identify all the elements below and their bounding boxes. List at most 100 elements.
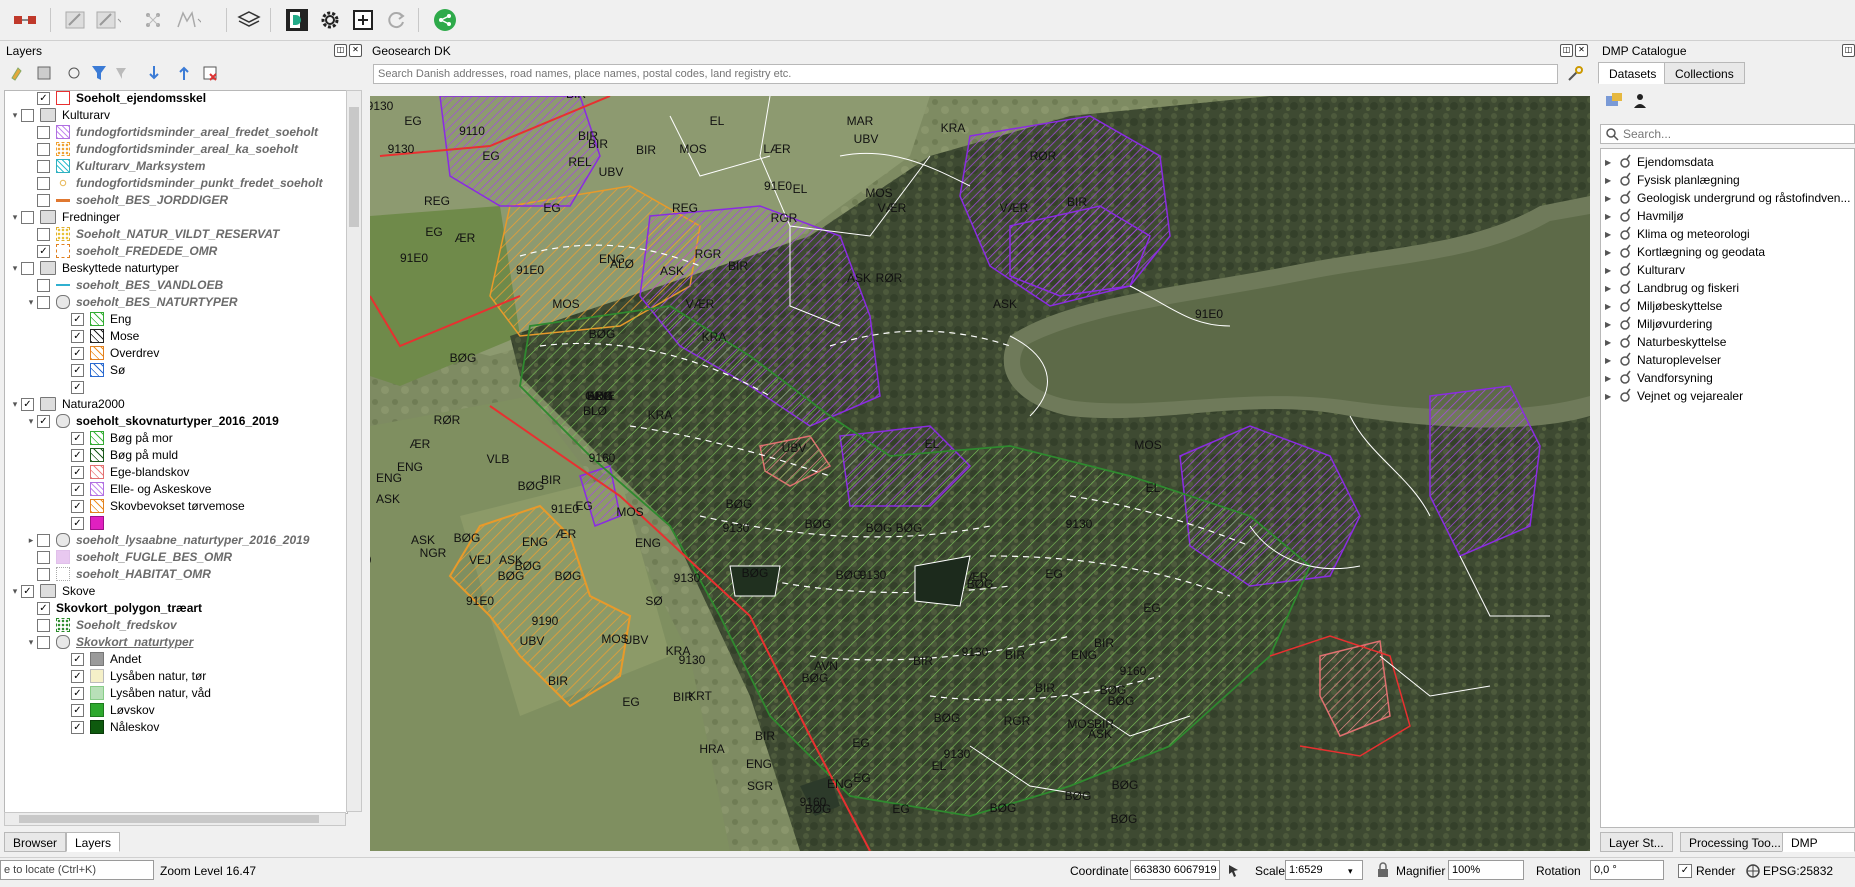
layer-visibility-checkbox[interactable] bbox=[37, 193, 50, 207]
expand-arrow-icon[interactable]: ▶ bbox=[1605, 194, 1615, 203]
dataset-category-item[interactable]: ▶ Naturoplevelser bbox=[1605, 351, 1721, 369]
layer-visibility-checkbox[interactable]: ✓ bbox=[71, 312, 84, 326]
dataset-category-item[interactable]: ▶ Kulturarv bbox=[1605, 261, 1685, 279]
layer-row[interactable]: ▾ soeholt_BES_NATURTYPER bbox=[5, 293, 238, 311]
layer-visibility-checkbox[interactable]: ✓ bbox=[37, 414, 50, 428]
expand-arrow-icon[interactable]: ▶ bbox=[1605, 212, 1615, 221]
expand-arrow-icon[interactable]: ▶ bbox=[1605, 158, 1615, 167]
dataset-category-item[interactable]: ▶ Kortlægning og geodata bbox=[1605, 243, 1765, 261]
layer-visibility-checkbox[interactable] bbox=[37, 635, 50, 649]
layer-visibility-checkbox[interactable]: ✓ bbox=[71, 703, 84, 717]
coordinate-field[interactable]: 663830 6067919 bbox=[1130, 860, 1220, 880]
layer-visibility-checkbox[interactable] bbox=[37, 295, 50, 309]
layer-visibility-checkbox[interactable]: ✓ bbox=[71, 346, 84, 360]
layer-visibility-checkbox[interactable] bbox=[37, 567, 50, 581]
layer-row[interactable]: ✓ Løvskov bbox=[5, 701, 155, 719]
dataset-category-item[interactable]: ▶ Miljøbeskyttelse bbox=[1605, 297, 1722, 315]
settings-icon[interactable] bbox=[317, 7, 343, 33]
layer-visibility-checkbox[interactable] bbox=[37, 618, 50, 632]
layer-row[interactable]: ✓ Ege-blandskov bbox=[5, 463, 189, 481]
expand-arrow-icon[interactable]: ▶ bbox=[1605, 248, 1615, 257]
dmp-search-input[interactable]: Search... bbox=[1600, 124, 1855, 144]
layer-visibility-checkbox[interactable]: ✓ bbox=[71, 720, 84, 734]
locator-input[interactable]: e to locate (Ctrl+K) bbox=[0, 860, 154, 880]
layer-visibility-checkbox[interactable]: ✓ bbox=[71, 431, 84, 445]
digitize-icon[interactable] bbox=[62, 7, 88, 33]
dataset-category-item[interactable]: ▶ Landbrug og fiskeri bbox=[1605, 279, 1739, 297]
dataset-category-item[interactable]: ▶ Vejnet og vejarealer bbox=[1605, 387, 1743, 405]
tab-collections[interactable]: Collections bbox=[1664, 62, 1745, 84]
layer-row[interactable]: soeholt_BES_JORDDIGER bbox=[5, 191, 228, 209]
share-icon[interactable] bbox=[432, 7, 458, 33]
expand-arrow-icon[interactable]: ▶ bbox=[1605, 284, 1615, 293]
layer-row[interactable]: ✓ Eng bbox=[5, 310, 131, 328]
tab-datasets[interactable]: Datasets bbox=[1598, 62, 1668, 84]
layer-row[interactable]: ▾ Skovkort_naturtyper bbox=[5, 633, 193, 651]
geosearch-settings-icon[interactable] bbox=[1565, 64, 1585, 84]
expand-arrow-icon[interactable]: ▶ bbox=[1605, 356, 1615, 365]
map-canvas[interactable]: EL9130EG9110BIRUBVELMARKRAENGBIR9130EGRE… bbox=[370, 96, 1590, 851]
rotation-field[interactable]: 0,0 ° bbox=[1590, 860, 1664, 880]
layer-visibility-checkbox[interactable]: ✓ bbox=[71, 380, 84, 394]
layer-visibility-checkbox[interactable]: ✓ bbox=[71, 669, 84, 683]
layer-visibility-checkbox[interactable]: ✓ bbox=[71, 448, 84, 462]
dataset-category-item[interactable]: ▶ Klima og meteorologi bbox=[1605, 225, 1750, 243]
layer-visibility-checkbox[interactable] bbox=[21, 261, 34, 275]
layer-visibility-checkbox[interactable]: ✓ bbox=[37, 91, 50, 105]
layer-visibility-checkbox[interactable]: ✓ bbox=[71, 686, 84, 700]
expand-arrow-icon[interactable]: ▾ bbox=[9, 110, 21, 121]
layer-row[interactable]: soeholt_FUGLE_BES_OMR bbox=[5, 548, 232, 566]
lock-icon[interactable] bbox=[1376, 862, 1390, 878]
tab-browser[interactable]: Browser bbox=[4, 832, 67, 852]
expand-arrow-icon[interactable]: ▾ bbox=[25, 416, 37, 427]
refresh-icon[interactable] bbox=[383, 7, 409, 33]
expand-arrow-icon[interactable]: ▶ bbox=[1605, 266, 1615, 275]
layer-visibility-checkbox[interactable] bbox=[37, 142, 50, 156]
layer-row[interactable]: ✓ Nåleskov bbox=[5, 718, 159, 736]
tab-layer-styling[interactable]: Layer St... bbox=[1600, 832, 1673, 852]
expand-arrow-icon[interactable]: ▶ bbox=[1605, 374, 1615, 383]
dataset-category-item[interactable]: ▶ Vandforsyning bbox=[1605, 369, 1713, 387]
geosearch-input[interactable] bbox=[373, 64, 1558, 84]
mouse-icon[interactable] bbox=[1226, 862, 1242, 878]
layer-visibility-checkbox[interactable]: ✓ bbox=[21, 397, 34, 411]
layer-row[interactable]: ✓ Bøg på mor bbox=[5, 429, 173, 447]
dmp-icon[interactable] bbox=[284, 7, 310, 33]
expand-arrow-icon[interactable]: ▶ bbox=[1605, 320, 1615, 329]
expand-arrow-icon[interactable]: ▶ bbox=[1605, 302, 1615, 311]
layers-horizontal-scrollbar[interactable] bbox=[4, 812, 346, 826]
panel-float-buttons[interactable]: ◫ ✕ bbox=[334, 44, 362, 58]
expand-arrow-icon[interactable]: ▶ bbox=[1605, 338, 1615, 347]
expand-arrow-icon[interactable]: ▶ bbox=[1605, 230, 1615, 239]
layer-visibility-checkbox[interactable] bbox=[37, 533, 50, 547]
crs-icon[interactable] bbox=[1745, 863, 1761, 879]
layer-row[interactable]: ▸ soeholt_lysaabne_naturtyper_2016_2019 bbox=[5, 531, 309, 549]
magnifier-field[interactable]: 100% bbox=[1448, 860, 1524, 880]
layer-row[interactable]: ▾ ✓ soeholt_skovnaturtyper_2016_2019 bbox=[5, 412, 279, 430]
layer-row[interactable]: ✓ Skovbevokset tørvemose bbox=[5, 497, 245, 515]
layer-visibility-checkbox[interactable]: ✓ bbox=[37, 601, 50, 615]
layer-row[interactable]: ✓ Andet bbox=[5, 650, 141, 668]
layer-row[interactable]: fundogfortidsminder_areal_ka_soeholt bbox=[5, 140, 298, 158]
layer-row[interactable]: ▾ ✓ Natura2000 bbox=[5, 395, 125, 413]
layer-row[interactable]: Kulturarv_Marksystem bbox=[5, 157, 205, 175]
dataset-category-item[interactable]: ▶ Geologisk undergrund og råstofindven... bbox=[1605, 189, 1850, 207]
layers-vertical-scrollbar[interactable] bbox=[346, 90, 362, 812]
layer-row[interactable]: ✓ Lysåben natur, tør bbox=[5, 667, 206, 685]
layer-row[interactable]: ✓ Bøg på muld bbox=[5, 446, 178, 464]
node-tool-icon[interactable] bbox=[140, 7, 166, 33]
layer-row[interactable]: ✓ soeholt_FREDEDE_OMR bbox=[5, 242, 217, 260]
layer-row[interactable]: ✓ bbox=[5, 514, 110, 532]
expand-arrow-icon[interactable]: ▾ bbox=[25, 297, 37, 308]
edit-icon[interactable] bbox=[95, 7, 121, 33]
layer-visibility-checkbox[interactable] bbox=[37, 125, 50, 139]
layer-visibility-checkbox[interactable]: ✓ bbox=[71, 329, 84, 343]
expand-arrow-icon[interactable]: ▾ bbox=[9, 586, 21, 597]
layer-visibility-checkbox[interactable] bbox=[37, 227, 50, 241]
expand-arrow-icon[interactable]: ▾ bbox=[25, 637, 37, 648]
layer-row[interactable]: ✓ Sø bbox=[5, 361, 125, 379]
layers-icon[interactable] bbox=[236, 7, 262, 33]
dataset-category-item[interactable]: ▶ Miljøvurdering bbox=[1605, 315, 1712, 333]
tab-processing-toolbox[interactable]: Processing Too... bbox=[1680, 832, 1790, 852]
add-icon[interactable] bbox=[350, 7, 376, 33]
